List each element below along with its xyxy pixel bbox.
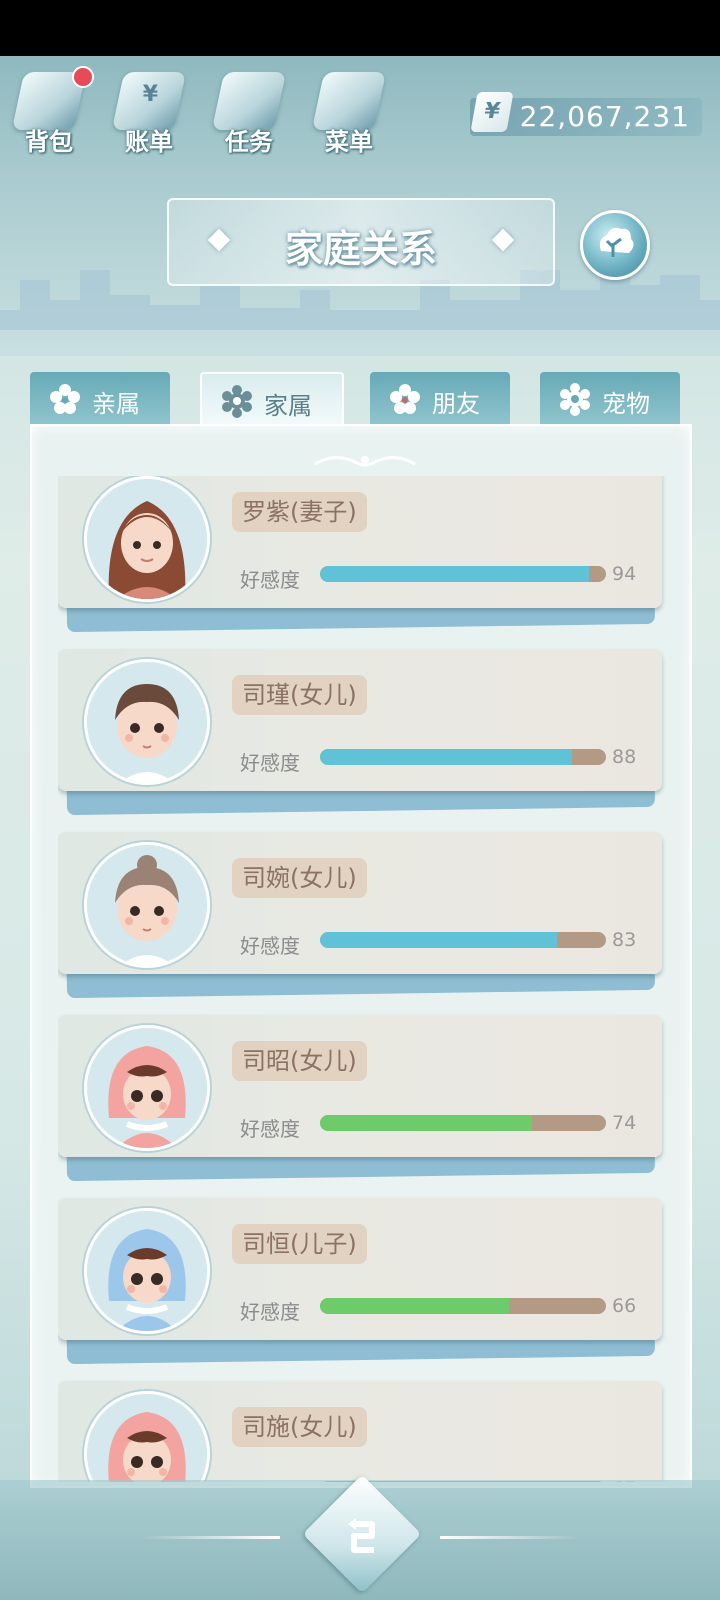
page-title: 家庭关系 bbox=[284, 227, 437, 271]
tab-label: 家属 bbox=[264, 392, 312, 420]
affection-label: 好感度 bbox=[240, 751, 300, 775]
member-name: 司恒(儿子) bbox=[232, 1224, 367, 1264]
yen-icon: ¥ bbox=[470, 92, 514, 132]
affection-bar-fill bbox=[320, 749, 572, 765]
card-face: 司施(女儿)好感度67 bbox=[58, 1381, 662, 1482]
tab-label: 亲属 bbox=[92, 390, 140, 418]
tab-label: 朋友 bbox=[432, 390, 480, 418]
currency-amount: 22,067,231 bbox=[519, 100, 690, 133]
affection-label: 好感度 bbox=[240, 934, 300, 958]
menu-label: 菜单 bbox=[325, 128, 373, 156]
member-name: 司施(女儿) bbox=[232, 1407, 367, 1447]
flower-icon bbox=[390, 384, 420, 414]
card-face: 司恒(儿子) 好感度 66 bbox=[58, 1198, 662, 1340]
member-card[interactable]: 司恒(儿子) 好感度 66 bbox=[58, 1198, 662, 1365]
avatar[interactable] bbox=[84, 1208, 210, 1334]
gear-flower-icon bbox=[222, 385, 252, 418]
affection-label: 好感度 bbox=[240, 1300, 300, 1324]
tab-pets[interactable]: 宠物 bbox=[540, 372, 680, 424]
bill-label: 账单 bbox=[125, 128, 173, 156]
member-card[interactable]: 司施(女儿)好感度67 bbox=[58, 1381, 662, 1482]
divider-line bbox=[440, 1536, 580, 1539]
affection-bar bbox=[320, 1115, 606, 1131]
affection-bar bbox=[320, 1298, 606, 1314]
tab-label: 宠物 bbox=[602, 390, 650, 418]
avatar[interactable] bbox=[84, 659, 210, 785]
affection-bar bbox=[320, 566, 606, 582]
affection-bar-fill bbox=[320, 1115, 532, 1131]
member-name: 罗紫(妻子) bbox=[232, 492, 367, 532]
affection-bar-fill bbox=[320, 1298, 509, 1314]
status-bar bbox=[0, 0, 720, 56]
gear-flower-icon bbox=[560, 383, 590, 416]
bill-button[interactable]: ¥ 账单 bbox=[104, 64, 194, 156]
affection-value: 66 bbox=[612, 1295, 637, 1317]
notification-dot bbox=[72, 66, 94, 88]
menu-button[interactable]: 菜单 bbox=[304, 64, 394, 156]
affection-value: 88 bbox=[612, 746, 637, 768]
family-tree-button[interactable] bbox=[580, 210, 650, 280]
affection-bar bbox=[320, 932, 606, 948]
member-card[interactable]: 司婉(女儿) 好感度 83 bbox=[58, 832, 662, 999]
member-card[interactable]: 司昭(女儿) 好感度 74 bbox=[58, 1015, 662, 1182]
member-name: 司瑾(女儿) bbox=[232, 675, 367, 715]
divider-line bbox=[140, 1536, 280, 1539]
member-list[interactable]: 罗紫(妻子) 好感度 94 司瑾(女儿) 好感度 88 司婉(女儿) 好感度 83 司昭(女儿) 好… bbox=[58, 476, 668, 1482]
tab-friends[interactable]: 朋友 bbox=[370, 372, 510, 424]
card-face: 司瑾(女儿) 好感度 88 bbox=[58, 649, 662, 791]
avatar[interactable] bbox=[84, 1025, 210, 1151]
bag-label: 背包 bbox=[25, 128, 73, 156]
task-button[interactable]: 任务 bbox=[204, 64, 294, 156]
member-name: 司昭(女儿) bbox=[232, 1041, 367, 1081]
affection-label: 好感度 bbox=[240, 1117, 300, 1141]
family-tree-icon bbox=[599, 227, 634, 257]
flower-icon bbox=[50, 384, 80, 414]
scroll-ornament-icon bbox=[314, 456, 416, 467]
affection-bar-fill bbox=[320, 932, 558, 948]
member-name: 司婉(女儿) bbox=[232, 858, 367, 898]
page-title-box: 家庭关系 bbox=[167, 198, 555, 286]
avatar[interactable] bbox=[84, 1391, 210, 1482]
card-face: 司婉(女儿) 好感度 83 bbox=[58, 832, 662, 974]
back-arrow-icon bbox=[348, 1518, 375, 1553]
affection-bar bbox=[320, 749, 606, 765]
affection-label: 好感度 bbox=[240, 568, 300, 592]
bill-icon-glyph: ¥ bbox=[142, 82, 159, 107]
card-face: 司昭(女儿) 好感度 74 bbox=[58, 1015, 662, 1157]
bag-button[interactable]: 背包 bbox=[4, 64, 94, 156]
card-face: 罗紫(妻子) 好感度 94 bbox=[58, 476, 662, 608]
avatar[interactable] bbox=[84, 476, 210, 602]
affection-bar-fill bbox=[320, 566, 589, 582]
member-card[interactable]: 司瑾(女儿) 好感度 88 bbox=[58, 649, 662, 816]
task-label: 任务 bbox=[225, 128, 273, 156]
tab-family[interactable]: 家属 bbox=[200, 372, 344, 426]
avatar[interactable] bbox=[84, 842, 210, 968]
tab-relatives[interactable]: 亲属 bbox=[30, 372, 170, 424]
affection-value: 74 bbox=[612, 1112, 637, 1134]
affection-value: 83 bbox=[612, 929, 637, 951]
affection-value: 94 bbox=[612, 563, 637, 585]
member-card[interactable]: 罗紫(妻子) 好感度 94 bbox=[58, 476, 662, 633]
